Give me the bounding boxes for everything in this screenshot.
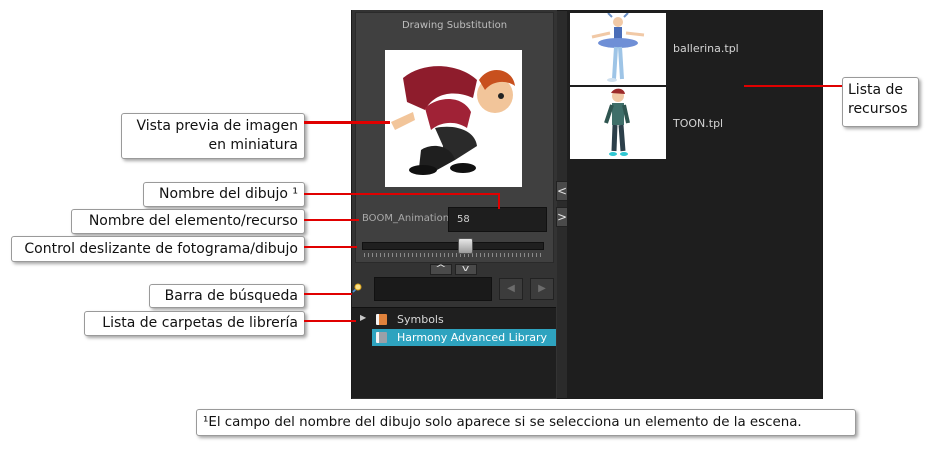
callout-text: Nombre del elemento/recurso <box>88 213 298 229</box>
asset-name[interactable]: ballerina.tpl <box>673 42 739 55</box>
callout-slider: Control deslizante de fotograma/dibujo <box>11 236 305 262</box>
element-name-label: BOOM_Animation <box>362 213 450 224</box>
callout-text: Lista de carpetas de librería <box>102 315 298 331</box>
thumbnail-preview <box>385 50 522 187</box>
callout-text-line2: recursos <box>848 101 908 117</box>
callout-line <box>304 121 390 124</box>
callout-line <box>304 193 500 195</box>
callout-element-name: Nombre del elemento/recurso <box>71 209 305 234</box>
callout-line <box>304 320 356 322</box>
asset-thumbnail-ballerina[interactable] <box>570 12 666 85</box>
library-icon <box>376 332 387 343</box>
folder-item-harmony-advanced-library[interactable]: Harmony Advanced Library <box>372 329 556 346</box>
footnote: ¹El campo del nombre del dibujo solo apa… <box>196 409 856 436</box>
chevron-left-icon: < <box>557 184 568 198</box>
panel-title: Drawing Substitution <box>401 20 508 31</box>
play-forward-icon: ▶ <box>538 283 546 294</box>
callout-line <box>744 85 842 87</box>
callout-thumbnail-preview: Vista previa de imagen en miniatura <box>121 113 305 159</box>
callout-line <box>498 193 500 209</box>
asset-name[interactable]: TOON.tpl <box>673 117 723 130</box>
search-forward-button[interactable]: ▶ <box>530 278 554 300</box>
callout-text-line1: Vista previa de imagen <box>136 118 298 134</box>
chevron-right-icon: > <box>557 210 568 224</box>
folder-item-symbols[interactable]: Symbols <box>372 311 556 328</box>
callout-line <box>304 293 352 295</box>
callout-search: Barra de búsqueda <box>149 284 305 308</box>
callout-line <box>304 246 357 248</box>
drawing-name-field[interactable]: 58 <box>448 207 547 232</box>
search-input[interactable] <box>374 277 492 301</box>
footnote-text: ¹El campo del nombre del dibujo solo apa… <box>203 415 802 430</box>
callout-text: Control deslizante de fotograma/dibujo <box>24 241 298 257</box>
asset-thumbnail-toon[interactable] <box>570 87 666 159</box>
search-icon <box>352 283 362 293</box>
callout-line <box>304 219 359 221</box>
toon-image <box>604 88 630 156</box>
ballerina-image <box>591 12 645 82</box>
callout-assets: Lista de recursos <box>842 77 919 127</box>
callout-text: Barra de búsqueda <box>164 288 298 304</box>
play-back-icon: ◀ <box>507 283 515 294</box>
folder-label: Harmony Advanced Library <box>397 331 548 344</box>
collapse-down-button[interactable]: v <box>455 264 477 275</box>
drawing-slider-track[interactable] <box>362 242 544 250</box>
callout-text-line2: en miniatura <box>208 137 298 153</box>
folder-icon <box>376 314 387 325</box>
search-back-button[interactable]: ◀ <box>499 278 523 300</box>
library-folder-list: Symbols Harmony Advanced Library <box>352 307 556 398</box>
drawing-slider-thumb[interactable] <box>458 238 473 254</box>
collapse-up-button[interactable]: ^ <box>430 264 452 275</box>
character-thumbnail-image <box>391 66 515 175</box>
callout-drawing-name: Nombre del dibujo ¹ <box>143 182 305 207</box>
expand-arrow-icon[interactable]: ▶ <box>360 313 366 322</box>
callout-folders: Lista de carpetas de librería <box>84 311 305 336</box>
callout-text: Nombre del dibujo ¹ <box>159 186 298 202</box>
callout-text-line1: Lista de <box>848 82 904 98</box>
chevron-up-icon: ^ <box>434 264 448 274</box>
folder-label: Symbols <box>397 313 444 326</box>
chevron-down-icon: v <box>462 264 470 274</box>
slider-tick-marks <box>364 253 542 257</box>
